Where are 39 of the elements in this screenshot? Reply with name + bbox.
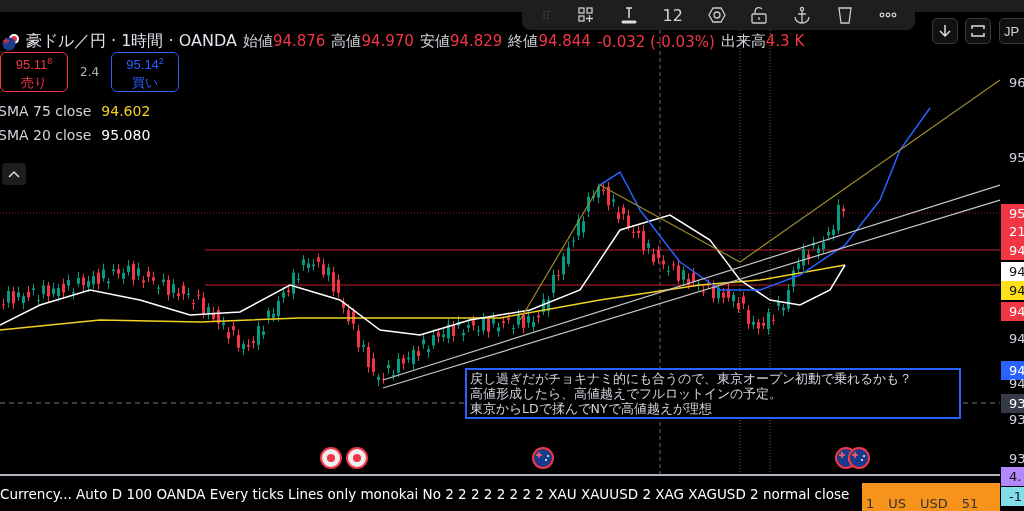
spread-value: 2.4 <box>80 65 100 79</box>
line-width-value[interactable]: 12 <box>662 5 683 25</box>
table-cell: 51 <box>961 496 979 511</box>
price-axis-label: 96 <box>1008 74 1024 92</box>
price-tag: 94 <box>1001 241 1024 260</box>
annotation-note: 戻し過ぎだがチョキナミ的にも合うので、東京オープン初動で乗れるかも？ 高値形成したら、高値越えでフルロットインの予定。 東京からLDで揉んでNYで高値越えが理想 <box>465 368 961 419</box>
ohlc-label: 高値 <box>331 32 362 51</box>
ohlc-label: 始値 <box>242 32 273 51</box>
ohlc-label: 安値 <box>419 32 450 51</box>
table-cell: USD <box>920 496 948 511</box>
ohlc-value: 94.844 <box>538 32 591 51</box>
price-tag: 94 <box>1001 281 1024 300</box>
symbol-title: 豪ドル／円 · 1時間 · OANDA <box>26 31 237 52</box>
volume-value: 4.3 K <box>765 32 805 51</box>
indicator-value: 95.080 <box>101 127 151 143</box>
table-cell: 1 <box>866 496 875 511</box>
price-axis-label: 93 <box>1008 450 1024 468</box>
ohlc-label: 終値 <box>508 32 539 51</box>
buy-button[interactable]: 95.14$^{2}$ 買い <box>111 52 180 92</box>
price-tag: 93 <box>1001 394 1024 413</box>
price-tag: 94 <box>1001 361 1024 380</box>
price-tag: 4. <box>1001 467 1024 486</box>
currency-button[interactable]: JP <box>999 18 1024 44</box>
price-tag: 21 <box>1001 222 1024 241</box>
price-tag: 94 <box>1001 302 1024 321</box>
sell-button[interactable]: 95.11$^{8}$ 売り <box>0 52 68 92</box>
volume-label: 出来高 <box>720 32 766 51</box>
ohlc-value: 94.829 <box>449 32 503 51</box>
price-tag: 94 <box>1001 262 1024 281</box>
ohlc-value: 94.876 <box>272 32 326 51</box>
status-bar-text: Currency... Auto D 100 OANDA Every ticks Lines only monokai No 2 2 2 2 2 2 2 2 XAU XAUUSD 2 XAG XAGUSD 2 normal close <box>0 486 850 502</box>
indicator-value: 94.602 <box>101 103 151 119</box>
table-cell: US <box>888 496 907 511</box>
price-axis-label: 94 <box>1008 330 1024 348</box>
price-tag: -1 <box>1001 487 1024 506</box>
ohlc-value: 94.970 <box>361 32 414 51</box>
price-axis-label: 95 <box>1008 149 1024 167</box>
price-axis-label: 93 <box>1008 411 1024 429</box>
price-change: -0.032 (-0.03%) <box>596 32 715 51</box>
